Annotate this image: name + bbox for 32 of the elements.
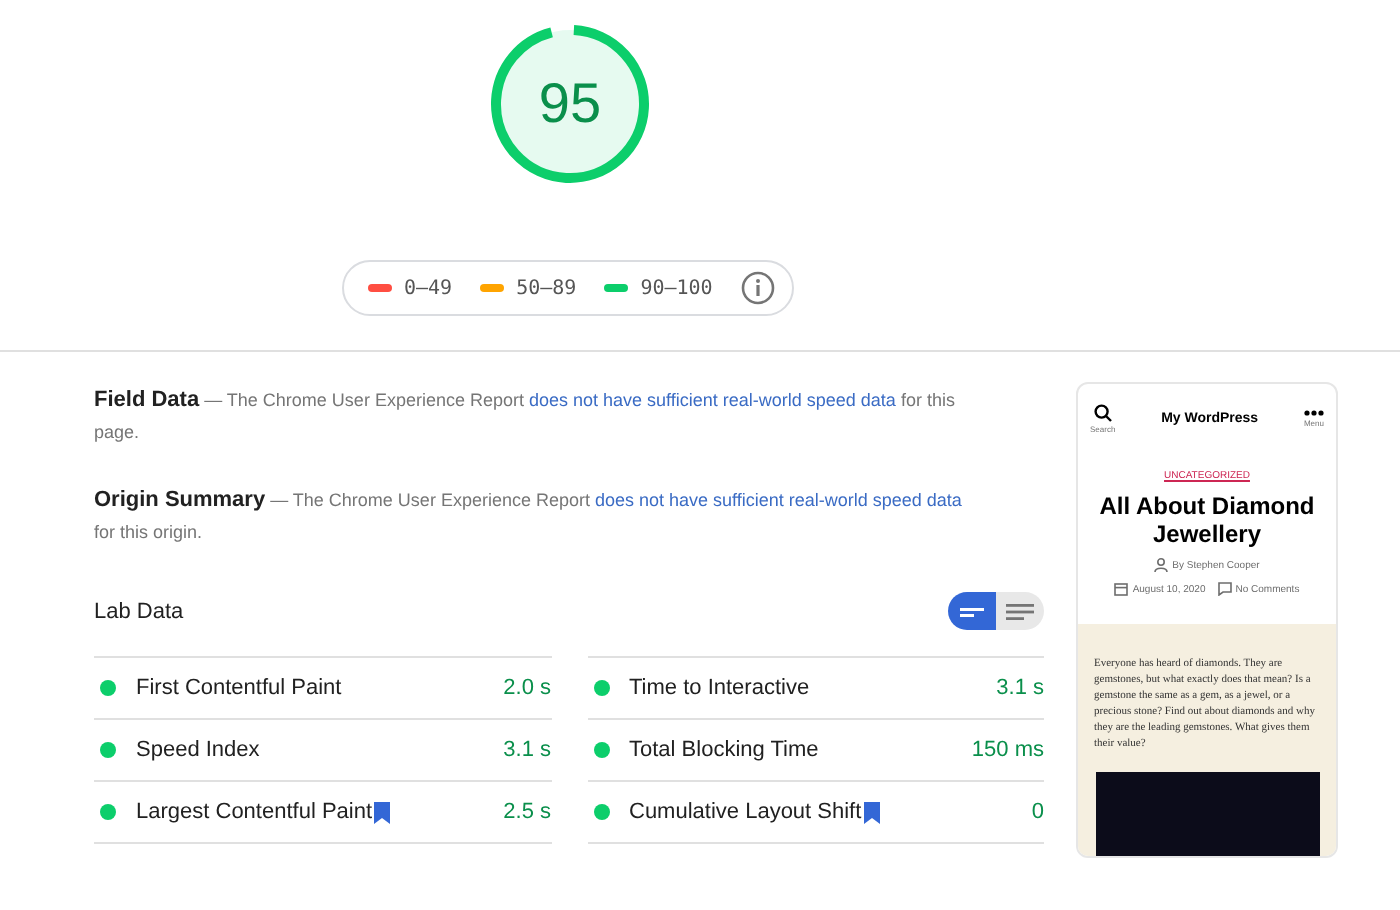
summary-text: Field Data — The Chrome User Experience Report does not have sufficient real-world speed data for this page. [94, 386, 957, 446]
calendar-icon [1114, 582, 1129, 596]
section-title: Lab Data [94, 599, 184, 623]
view-toggle-button[interactable] [948, 592, 996, 630]
metric-value: 150 ms [971, 738, 1044, 762]
summary-text: Origin Summary — The Chrome User Experience Report does not have sufficient real-world speed data for this origin. [94, 486, 964, 546]
person-icon [1154, 558, 1169, 572]
metric-value: 2.5 s [503, 800, 551, 824]
legend-label: 50–89 [516, 277, 577, 299]
menu-icon [1303, 410, 1324, 416]
metric-value: 3.1 s [996, 676, 1044, 700]
metric-name: Total Blocking Time [629, 738, 819, 762]
metric-value: 2.0 s [503, 676, 551, 700]
info-icon[interactable] [740, 270, 777, 306]
metric-name: Time to Interactive [629, 676, 810, 700]
comment-icon [1217, 582, 1232, 596]
speed-data-link[interactable]: does not have sufficient real-world speed data [528, 390, 896, 410]
search-icon [1093, 404, 1112, 422]
metric-name: Cumulative Layout Shift [629, 800, 862, 824]
score-value: 95 [536, 72, 604, 136]
compact-view-icon [960, 603, 984, 619]
metric-name: Speed Index [136, 738, 260, 762]
metric-name: Largest Contentful Paint [136, 800, 373, 824]
metric-name: First Contentful Paint [136, 676, 342, 700]
post-title: All About Diamond Jewellery [1097, 492, 1317, 548]
metric-value: 3.1 s [503, 738, 551, 762]
legend-label: 0–49 [404, 277, 453, 299]
metric-value: 0 [1031, 800, 1044, 824]
view-toggle-button[interactable] [996, 592, 1044, 630]
legend-label: 90–100 [640, 277, 713, 299]
list-view-icon [1006, 601, 1034, 621]
speed-data-link[interactable]: does not have sufficient real-world speed data [594, 490, 962, 510]
